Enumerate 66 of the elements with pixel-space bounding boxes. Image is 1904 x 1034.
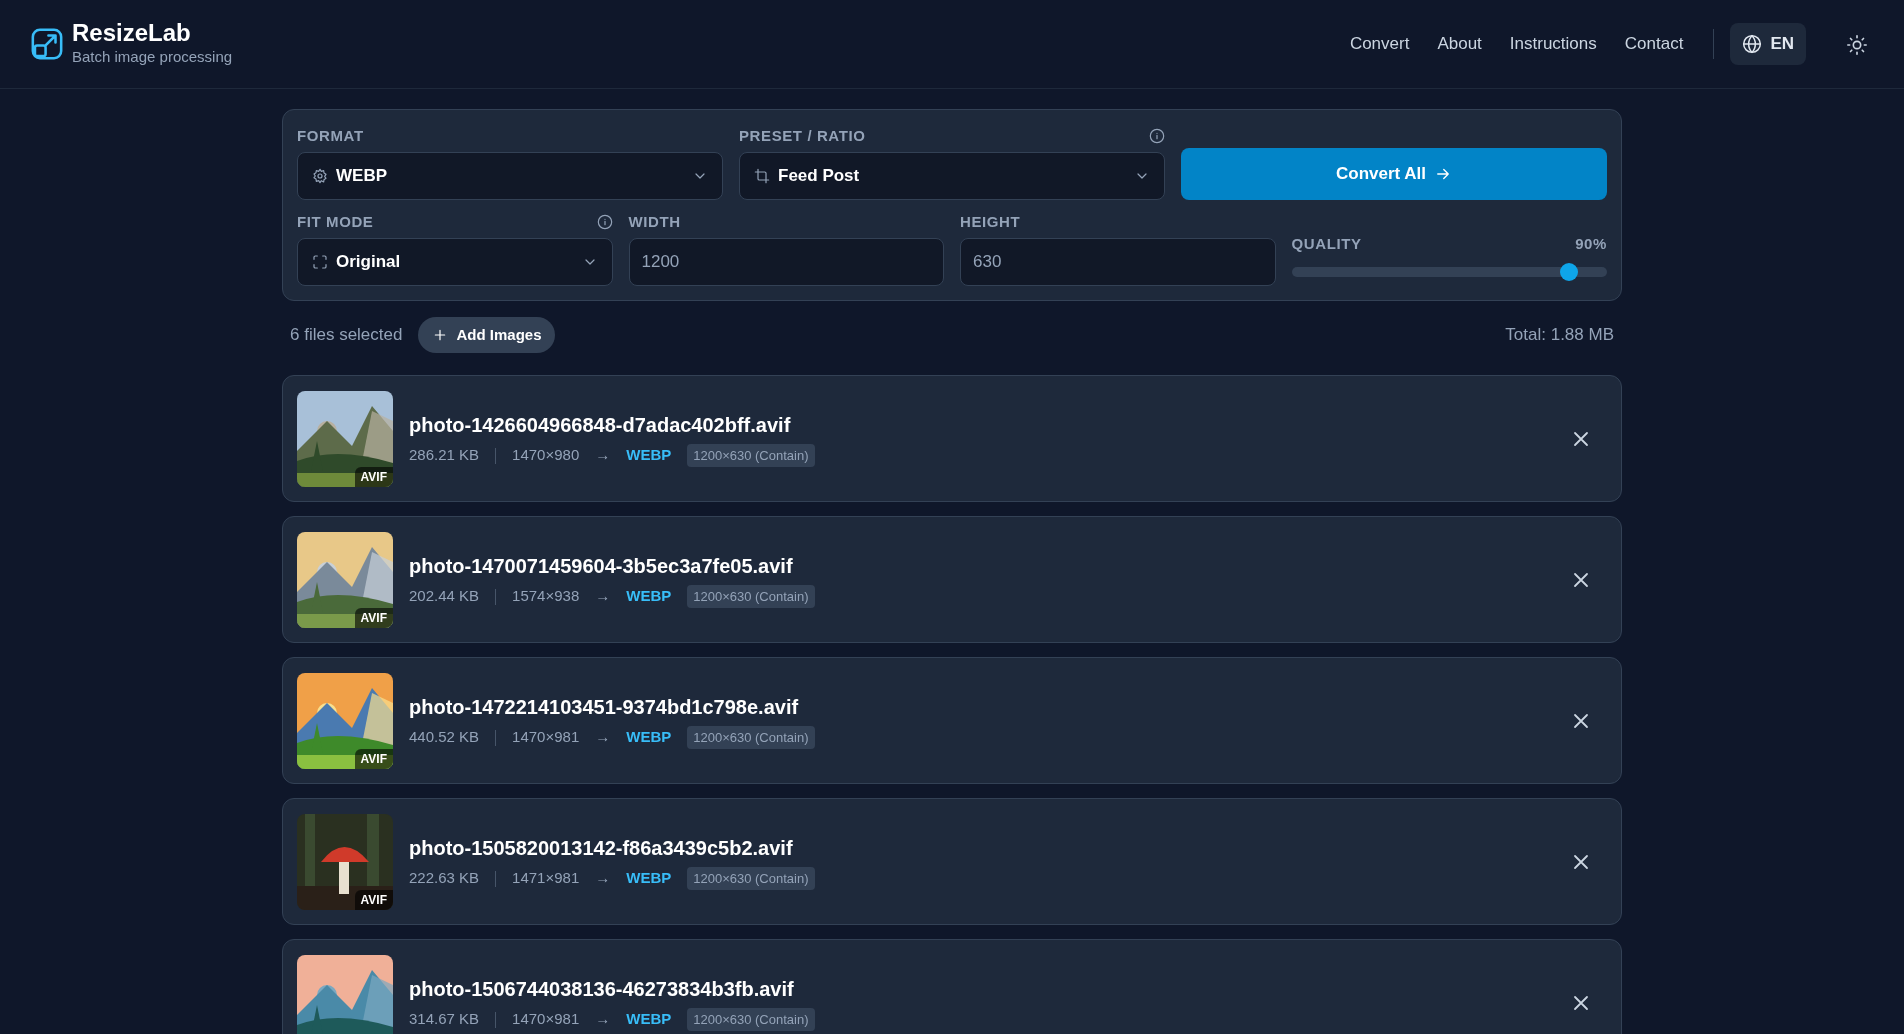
file-size: 440.52 KB <box>409 727 480 748</box>
gear-icon <box>312 168 328 184</box>
brand-tagline: Batch image processing <box>72 46 233 67</box>
add-images-button[interactable]: Add Images <box>418 316 556 354</box>
arrow-glyph: → <box>595 445 611 466</box>
nav-link[interactable]: Convert <box>1335 25 1424 63</box>
output-size-tag: 1200×630 (Contain) <box>687 1007 815 1032</box>
arrow-glyph: → <box>595 868 611 889</box>
field-label: QUALITY <box>1291 234 1362 254</box>
globe-icon <box>1742 34 1763 54</box>
file-dimensions: 1574×938 <box>512 586 580 607</box>
file-name: photo-1506744038136-46273834b3fb.avif <box>409 976 795 1002</box>
file-dimensions: 1470×981 <box>512 1009 580 1030</box>
file-name: photo-1426604966848-d7adac402bff.avif <box>409 412 792 438</box>
arrow-glyph: → <box>595 586 611 607</box>
files-count: 6 files selected <box>290 324 403 347</box>
file-name: photo-1505820013142-f86a3439c5b2.avif <box>409 835 794 861</box>
field-label: WIDTH <box>628 211 681 232</box>
crop-icon <box>754 168 770 184</box>
number-input-field[interactable]: 630 <box>960 238 1276 286</box>
file-size: 202.44 KB <box>409 586 480 607</box>
file-dimensions: 1470×980 <box>512 445 580 466</box>
file-name: photo-1472214103451-9374bd1c798e.avif <box>409 694 800 720</box>
output-size-tag: 1200×630 (Contain) <box>687 584 815 609</box>
resize-logo-icon <box>30 27 64 61</box>
file-name: photo-1470071459604-3b5ec3a7fe05.avif <box>409 553 794 579</box>
field-label: FIT MODE <box>297 211 374 232</box>
field-label: FORMAT <box>297 125 364 146</box>
file-size: 286.21 KB <box>409 445 480 466</box>
number-input-field[interactable]: 1200 <box>628 238 944 286</box>
info-icon[interactable] <box>596 214 613 230</box>
brand-name: ResizeLab <box>72 19 192 46</box>
file-dimensions: 1470×981 <box>512 727 580 748</box>
arrow-glyph: → <box>595 1009 611 1030</box>
nav-link[interactable]: Contact <box>1610 25 1698 63</box>
output-size-tag: 1200×630 (Contain) <box>687 443 815 468</box>
target-format: WEBP <box>626 445 672 466</box>
total-size: Total: 1.88 MB <box>1505 324 1614 347</box>
file-dimensions: 1471×981 <box>512 868 580 889</box>
frame-icon <box>312 254 328 270</box>
sun-icon <box>1846 33 1868 56</box>
nav-link[interactable]: About <box>1423 25 1496 63</box>
select-field[interactable]: Original <box>297 238 613 286</box>
select-field[interactable]: WEBP <box>297 152 723 200</box>
field-label: PRESET / RATIO <box>739 125 866 146</box>
quality-slider-thumb[interactable] <box>1560 263 1579 281</box>
target-format: WEBP <box>626 868 672 889</box>
format-badge: AVIF <box>354 607 393 628</box>
convert-all-button[interactable]: Convert All <box>1181 148 1607 200</box>
target-format: WEBP <box>626 1009 672 1030</box>
language-button[interactable]: EN <box>1730 23 1806 65</box>
target-format: WEBP <box>626 727 672 748</box>
file-size: 222.63 KB <box>409 868 480 889</box>
format-badge: AVIF <box>354 889 393 910</box>
format-badge: AVIF <box>354 466 393 487</box>
arrow-glyph: → <box>595 727 611 748</box>
select-field[interactable]: Feed Post <box>739 152 1165 200</box>
format-badge: AVIF <box>354 748 393 769</box>
info-icon[interactable] <box>1149 128 1165 144</box>
quality-reading: 90% <box>1575 234 1607 254</box>
output-size-tag: 1200×630 (Contain) <box>687 866 815 891</box>
file-size: 314.67 KB <box>409 1009 480 1030</box>
target-format: WEBP <box>626 586 672 607</box>
field-label: HEIGHT <box>960 211 1021 232</box>
output-size-tag: 1200×630 (Contain) <box>687 725 815 750</box>
nav-link[interactable]: Instructions <box>1495 25 1611 63</box>
